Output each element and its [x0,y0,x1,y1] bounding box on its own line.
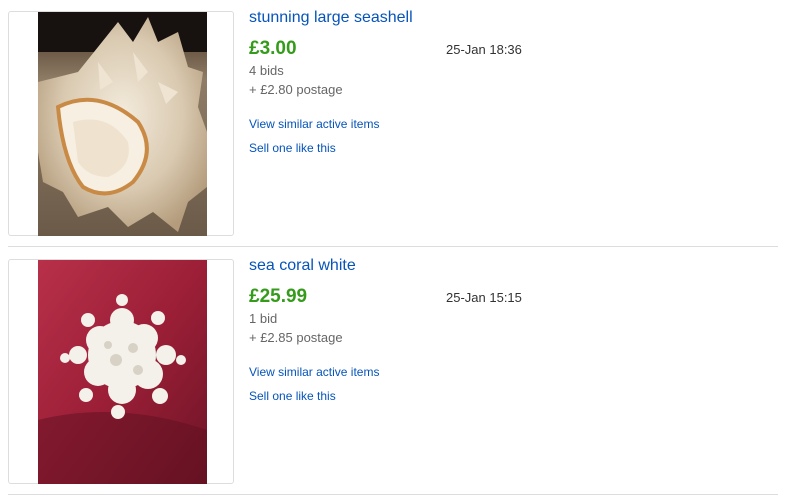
listing-thumbnail[interactable] [8,259,234,484]
listing-price: £3.00 [249,38,297,59]
view-similar-link[interactable]: View similar active items [249,117,379,131]
listing-thumbnail[interactable] [8,11,234,236]
listing-title-link[interactable]: stunning large seashell [249,9,413,27]
view-similar-link[interactable]: View similar active items [249,365,379,379]
listing-end-time: 25-Jan 15:15 [446,290,522,305]
coral-photo[interactable] [38,260,207,484]
seashell-photo[interactable] [38,12,207,236]
listing-postage: + £2.85 postage [249,330,343,345]
listing-bid-count: 4 bids [249,63,284,78]
listing-divider [8,246,778,247]
listing-price: £25.99 [249,286,308,307]
listing-postage: + £2.80 postage [249,82,343,97]
sell-one-like-this-link[interactable]: Sell one like this [249,389,336,403]
listing-end-time: 25-Jan 18:36 [446,42,522,57]
listing-item: stunning large seashell £3.00 25-Jan 18:… [0,0,789,248]
sell-one-like-this-link[interactable]: Sell one like this [249,141,336,155]
listing-bid-count: 1 bid [249,311,278,326]
listing-title-link[interactable]: sea coral white [249,257,356,275]
listing-divider [8,494,778,495]
listing-item: sea coral white £25.99 25-Jan 15:15 1 bi… [0,248,789,496]
